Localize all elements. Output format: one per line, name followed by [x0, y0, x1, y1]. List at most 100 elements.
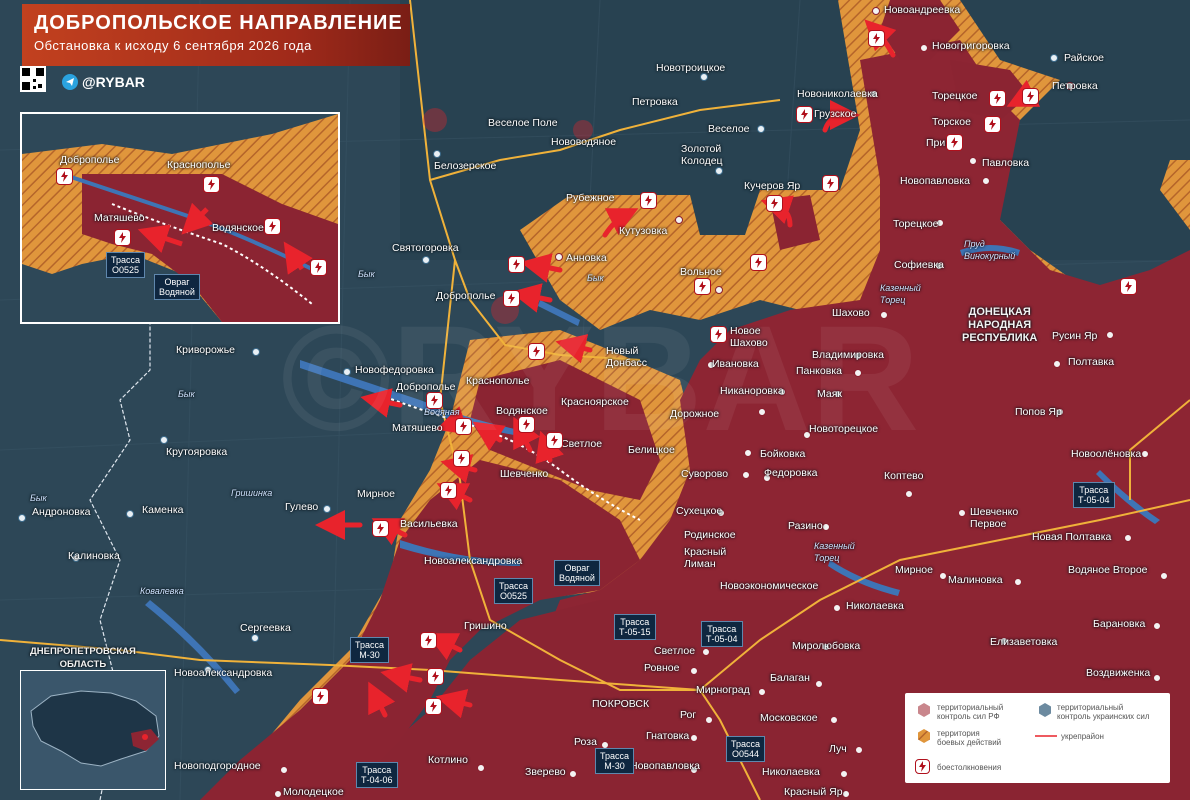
clash-marker[interactable] — [455, 418, 472, 435]
clash-marker[interactable] — [453, 450, 470, 467]
clash-marker[interactable] — [822, 175, 839, 192]
settlement-dot[interactable] — [18, 514, 26, 522]
settlement-label: Гришино — [464, 620, 507, 632]
clash-marker[interactable] — [420, 632, 437, 649]
settlement-dot[interactable] — [1124, 534, 1132, 542]
settlement-dot[interactable] — [700, 73, 708, 81]
settlement-dot[interactable] — [757, 125, 765, 133]
overview-map[interactable] — [20, 670, 166, 790]
settlement-label: Николаевка — [762, 766, 820, 778]
settlement-dot[interactable] — [702, 648, 710, 656]
qr-code-icon[interactable] — [20, 66, 46, 92]
settlement-dot[interactable] — [274, 790, 282, 798]
clash-marker[interactable] — [750, 254, 767, 271]
brand[interactable]: @RYBAR — [62, 72, 145, 92]
clash-marker[interactable] — [56, 168, 73, 185]
settlement-dot[interactable] — [958, 509, 966, 517]
settlement-label: Новониколаевка — [797, 88, 878, 100]
settlement-dot[interactable] — [477, 764, 485, 772]
settlement-dot[interactable] — [822, 523, 830, 531]
settlement-dot[interactable] — [343, 368, 351, 376]
clash-marker[interactable] — [427, 668, 444, 685]
settlement-label: Торецкое — [893, 218, 939, 230]
clash-marker[interactable] — [640, 192, 657, 209]
clash-marker[interactable] — [868, 30, 885, 47]
settlement-dot[interactable] — [920, 44, 928, 52]
settlement-dot[interactable] — [1053, 360, 1061, 368]
settlement-dot[interactable] — [569, 770, 577, 778]
map-canvas[interactable]: ©RYBAR ДОБРОПОЛЬСКОЕ НАПРАВЛЕНИЕ Обстано… — [0, 0, 1190, 800]
settlement-dot[interactable] — [280, 766, 288, 774]
settlement-dot[interactable] — [433, 150, 441, 158]
clash-marker[interactable] — [946, 134, 963, 151]
settlement-dot[interactable] — [422, 256, 430, 264]
settlement-dot[interactable] — [872, 7, 880, 15]
settlement-label: Федоровка — [764, 467, 818, 479]
clash-marker[interactable] — [694, 278, 711, 295]
settlement-dot[interactable] — [126, 510, 134, 518]
settlement-dot[interactable] — [690, 734, 698, 742]
settlement-dot[interactable] — [1160, 572, 1168, 580]
settlement-dot[interactable] — [939, 572, 947, 580]
clash-marker[interactable] — [528, 343, 545, 360]
settlement-dot[interactable] — [982, 177, 990, 185]
settlement-dot[interactable] — [744, 449, 752, 457]
settlement-dot[interactable] — [252, 348, 260, 356]
clash-marker[interactable] — [440, 482, 457, 499]
settlement-dot[interactable] — [758, 408, 766, 416]
settlement-dot[interactable] — [758, 688, 766, 696]
clash-marker[interactable] — [114, 229, 131, 246]
settlement-dot[interactable] — [815, 680, 823, 688]
settlement-dot[interactable] — [675, 216, 683, 224]
clash-marker[interactable] — [264, 218, 281, 235]
settlement-dot[interactable] — [830, 716, 838, 724]
settlement-dot[interactable] — [855, 746, 863, 754]
settlement-dot[interactable] — [251, 634, 259, 642]
settlement-dot[interactable] — [715, 167, 723, 175]
settlement-dot[interactable] — [854, 369, 862, 377]
settlement-dot[interactable] — [833, 604, 841, 612]
clash-marker[interactable] — [503, 290, 520, 307]
settlement-dot[interactable] — [842, 790, 850, 798]
settlement-label: Красный Лиман — [684, 546, 727, 570]
clash-marker[interactable] — [710, 326, 727, 343]
road-sign-t0504: Трасса Т-05-04 — [701, 621, 743, 647]
settlement-dot[interactable] — [742, 471, 750, 479]
clash-marker[interactable] — [426, 392, 443, 409]
settlement-label: Крутояровка — [166, 446, 228, 458]
settlement-dot[interactable] — [905, 490, 913, 498]
settlement-dot[interactable] — [715, 286, 723, 294]
settlement-dot[interactable] — [880, 311, 888, 319]
settlement-dot[interactable] — [969, 157, 977, 165]
clash-marker[interactable] — [984, 116, 1001, 133]
settlement-dot[interactable] — [1106, 331, 1114, 339]
clash-marker[interactable] — [1022, 88, 1039, 105]
settlement-dot[interactable] — [1050, 54, 1058, 62]
settlement-dot[interactable] — [1153, 622, 1161, 630]
settlement-dot[interactable] — [1141, 450, 1149, 458]
clash-marker[interactable] — [372, 520, 389, 537]
settlement-dot[interactable] — [705, 716, 713, 724]
clash-marker[interactable] — [518, 416, 535, 433]
clash-marker[interactable] — [796, 106, 813, 123]
clash-marker[interactable] — [508, 256, 525, 273]
settlement-dot[interactable] — [690, 667, 698, 675]
clash-marker[interactable] — [425, 698, 442, 715]
road-sign-o0544: Трасса О0544 — [726, 736, 766, 762]
clash-marker[interactable] — [766, 195, 783, 212]
inset-map[interactable]: Доброполье Краснополье Матяшево Водянско… — [20, 112, 340, 324]
road-sign-t0406: Трасса Т-04-06 — [356, 762, 398, 788]
settlement-dot[interactable] — [323, 505, 331, 513]
settlement-dot[interactable] — [840, 770, 848, 778]
settlement-dot[interactable] — [1153, 674, 1161, 682]
clash-marker[interactable] — [203, 176, 220, 193]
clash-marker[interactable] — [989, 90, 1006, 107]
clash-marker[interactable] — [546, 432, 563, 449]
settlement-label: Новый Донбасс — [606, 345, 647, 369]
settlement-dot[interactable] — [555, 253, 563, 261]
clash-marker[interactable] — [1120, 278, 1137, 295]
settlement-dot[interactable] — [1014, 578, 1022, 586]
clash-marker[interactable] — [310, 259, 327, 276]
settlement-dot[interactable] — [160, 436, 168, 444]
clash-marker[interactable] — [312, 688, 329, 705]
